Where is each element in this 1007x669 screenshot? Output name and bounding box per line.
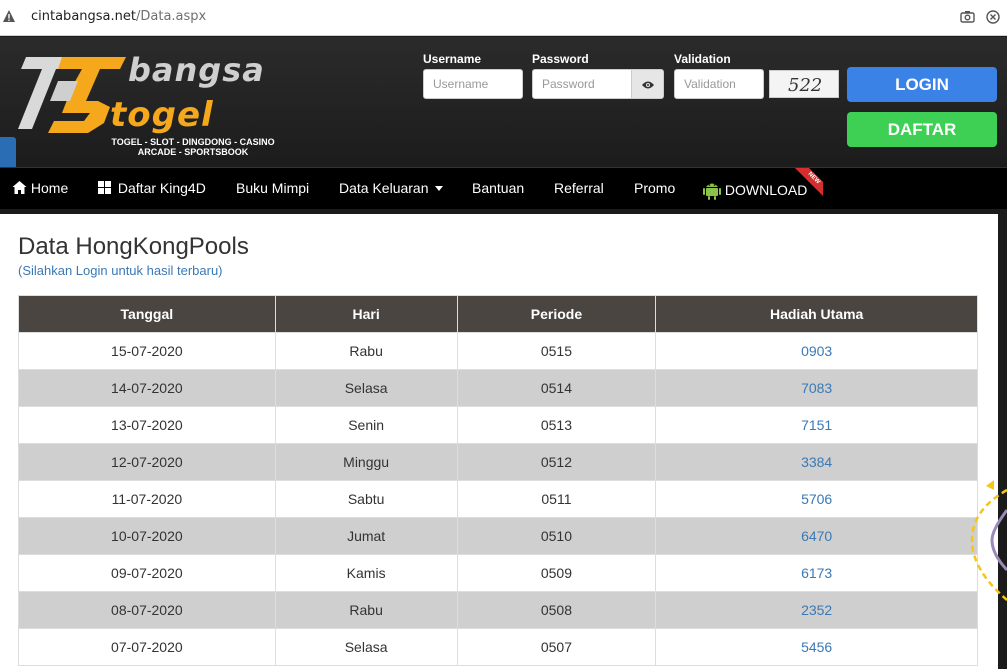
cell-periode: 0511 [456, 480, 657, 518]
nav-label-daftar-king4d: Daftar King4D [117, 180, 206, 196]
table-row: 12-07-2020 Minggu 0512 3384 [18, 443, 978, 481]
side-tab-button[interactable] [0, 137, 16, 169]
eye-icon [642, 81, 654, 89]
cell-tanggal: 07-07-2020 [18, 628, 276, 666]
cell-hadiah-utama: 2352 [655, 591, 978, 629]
cell-hadiah-utama: 5456 [655, 628, 978, 666]
table-row: 11-07-2020 Sabtu 0511 5706 [18, 480, 978, 518]
nav-item-bantuan[interactable]: Bantuan [472, 180, 524, 196]
close-circle-icon[interactable] [986, 10, 1000, 24]
validation-input[interactable] [674, 69, 764, 99]
results-table: Tanggal Hari Periode Hadiah Utama 15-07-… [18, 295, 978, 666]
nav-item-referral[interactable]: Referral [554, 180, 604, 196]
cell-hadiah-utama: 6470 [655, 517, 978, 555]
password-input[interactable] [532, 69, 632, 99]
caret-down-icon [435, 186, 444, 191]
cell-hari: Selasa [274, 628, 458, 666]
cell-hari: Senin [274, 406, 458, 444]
site-header: bangsa togel TOGEL - SLOT - DINGDONG - C… [0, 37, 1007, 169]
camera-icon[interactable] [960, 10, 975, 23]
warning-icon[interactable] [2, 9, 16, 23]
header-hadiah-utama: Hadiah Utama [655, 295, 978, 333]
cell-tanggal: 08-07-2020 [18, 591, 276, 629]
username-label: Username [423, 52, 482, 66]
cell-hadiah-utama: 0903 [655, 332, 978, 370]
cell-hadiah-utama: 3384 [655, 443, 978, 481]
cell-periode: 0514 [456, 369, 657, 407]
register-button[interactable]: DAFTAR [847, 112, 997, 147]
password-label: Password [532, 52, 589, 66]
header-hari: Hari [274, 295, 458, 333]
tagline-line2: ARCADE - SPORTSBOOK [137, 147, 249, 157]
url-path: /Data.aspx [135, 9, 207, 24]
cell-hadiah-utama: 7083 [655, 369, 978, 407]
nav-item-home[interactable]: Home [12, 180, 68, 196]
main-nav: Home Daftar King4D Buku Mimpi Data Kelua… [0, 167, 1007, 209]
table-row: 08-07-2020 Rabu 0508 2352 [18, 591, 978, 629]
nav-label-data-keluaran: Data Keluaran [339, 180, 429, 196]
table-header-row: Tanggal Hari Periode Hadiah Utama [18, 295, 978, 333]
nav-item-download[interactable]: DOWNLOAD [703, 180, 807, 200]
cell-tanggal: 13-07-2020 [18, 406, 276, 444]
cell-hadiah-utama: 5706 [655, 480, 978, 518]
cell-hari: Selasa [274, 369, 458, 407]
table-row: 13-07-2020 Senin 0513 7151 [18, 406, 978, 444]
grid-icon [98, 181, 111, 194]
cell-periode: 0510 [456, 517, 657, 555]
cell-hari: Minggu [274, 443, 458, 481]
table-row: 14-07-2020 Selasa 0514 7083 [18, 369, 978, 407]
cell-tanggal: 11-07-2020 [18, 480, 276, 518]
floating-widget-icon[interactable] [968, 470, 1007, 610]
table-row: 07-07-2020 Selasa 0507 5456 [18, 628, 978, 666]
page-title: Data HongKongPools [18, 233, 249, 260]
browser-address-bar: cintabangsa.net/Data.aspx [0, 0, 1007, 36]
main-content: Data HongKongPools (Silahkan Login untuk… [0, 214, 998, 669]
login-button[interactable]: LOGIN [847, 67, 997, 102]
cell-tanggal: 12-07-2020 [18, 443, 276, 481]
table-row: 15-07-2020 Rabu 0515 0903 [18, 332, 978, 370]
cell-periode: 0508 [456, 591, 657, 629]
nav-item-buku-mimpi[interactable]: Buku Mimpi [236, 180, 309, 196]
table-row: 09-07-2020 Kamis 0509 6173 [18, 554, 978, 592]
table-row: 10-07-2020 Jumat 0510 6470 [18, 517, 978, 555]
cell-periode: 0509 [456, 554, 657, 592]
cell-periode: 0512 [456, 443, 657, 481]
cell-tanggal: 14-07-2020 [18, 369, 276, 407]
captcha-text: 522 [788, 75, 823, 96]
brand-name-line2: togel [110, 95, 214, 135]
nav-item-daftar-king4d[interactable]: Daftar King4D [98, 180, 206, 196]
cell-periode: 0507 [456, 628, 657, 666]
cell-tanggal: 10-07-2020 [18, 517, 276, 555]
cell-hadiah-utama: 6173 [655, 554, 978, 592]
nav-item-promo[interactable]: Promo [634, 180, 675, 196]
cell-periode: 0515 [456, 332, 657, 370]
cell-hari: Sabtu [274, 480, 458, 518]
tagline-line1: TOGEL - SLOT - DINGDONG - CASINO [111, 137, 275, 147]
nav-label-home: Home [30, 180, 69, 196]
url-host: cintabangsa.net [31, 9, 136, 24]
cell-hari: Kamis [274, 554, 458, 592]
cell-hari: Jumat [274, 517, 458, 555]
show-password-button[interactable] [631, 69, 664, 99]
username-input[interactable] [423, 69, 523, 99]
android-icon [703, 183, 721, 200]
cell-tanggal: 15-07-2020 [18, 332, 276, 370]
validation-label: Validation [674, 52, 731, 66]
cell-hari: Rabu [274, 332, 458, 370]
home-icon [12, 181, 27, 194]
address-url[interactable]: cintabangsa.net/Data.aspx [31, 9, 206, 24]
cell-periode: 0513 [456, 406, 657, 444]
header-tanggal: Tanggal [18, 295, 276, 333]
cell-hadiah-utama: 7151 [655, 406, 978, 444]
captcha-image: 522 [769, 70, 839, 98]
header-periode: Periode [456, 295, 657, 333]
cell-hari: Rabu [274, 591, 458, 629]
brand-tagline: TOGEL - SLOT - DINGDONG - CASINO ARCADE … [98, 137, 288, 157]
brand-name-line1: bangsa [128, 51, 265, 89]
nav-item-data-keluaran[interactable]: Data Keluaran [339, 180, 444, 196]
cell-tanggal: 09-07-2020 [18, 554, 276, 592]
new-badge: NEW [795, 168, 823, 196]
page-subtitle: (Silahkan Login untuk hasil terbaru) [18, 263, 223, 278]
